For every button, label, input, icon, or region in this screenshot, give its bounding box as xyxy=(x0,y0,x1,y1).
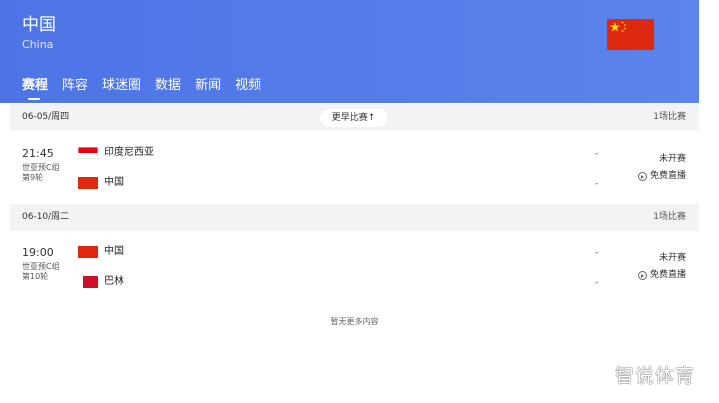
china-flag-icon xyxy=(78,177,98,189)
tab-video[interactable]: 视频 xyxy=(235,77,261,101)
away-team-name: 巴林 xyxy=(104,276,124,287)
watermark: 智说体育 xyxy=(615,365,696,387)
team-name-en: China xyxy=(22,38,54,51)
free-live-link[interactable]: 免费直播 xyxy=(637,270,686,281)
tab-bar: 赛程 阵容 球迷圈 数据 新闻 视频 xyxy=(22,77,275,101)
tab-news[interactable]: 新闻 xyxy=(195,77,221,101)
free-live-link[interactable]: 免费直播 xyxy=(637,171,686,182)
play-icon xyxy=(637,172,647,181)
home-team-name: 印度尼西亚 xyxy=(104,147,154,158)
away-team: 中国 xyxy=(78,176,124,190)
home-team-name: 中国 xyxy=(104,246,124,257)
home-team: 中国 xyxy=(78,245,124,259)
match-round: 第9轮 xyxy=(22,173,44,182)
tab-data[interactable]: 数据 xyxy=(155,77,181,101)
no-more-content: 暂无更多内容 xyxy=(330,317,379,326)
free-live-label: 免费直播 xyxy=(649,270,686,280)
date-bar: 06-10/周二 1场比赛 xyxy=(10,204,699,231)
china-flag-icon xyxy=(78,246,98,258)
page: 中国 China 赛程 阵容 球迷圈 数据 新闻 视频 06-05/周四 更早比… xyxy=(0,0,719,403)
play-icon xyxy=(637,271,647,280)
tab-squad[interactable]: 阵容 xyxy=(62,77,88,101)
away-score: - xyxy=(595,278,599,288)
home-score: - xyxy=(595,149,599,159)
match-row[interactable]: 19:00 世亚预C组 第10轮 中国 巴林 - - 未开赛 免费直播 xyxy=(10,231,699,303)
free-live-label: 免费直播 xyxy=(649,171,686,181)
date-label: 06-10/周二 xyxy=(22,212,70,222)
match-time: 19:00 xyxy=(22,246,54,259)
home-team: 印度尼西亚 xyxy=(78,146,154,160)
date-label: 06-05/周四 xyxy=(22,112,70,122)
tab-fan-circle[interactable]: 球迷圈 xyxy=(102,77,141,101)
home-score: - xyxy=(595,248,599,258)
away-team: 巴林 xyxy=(78,275,124,289)
match-time: 21:45 xyxy=(22,147,54,160)
indonesia-flag-icon xyxy=(78,147,98,159)
team-header: 中国 China 赛程 阵容 球迷圈 数据 新闻 视频 xyxy=(0,0,699,103)
match-status: 未开赛 xyxy=(658,253,686,263)
date-bar: 06-05/周四 更早比赛↑ 1场比赛 xyxy=(10,104,699,131)
team-name: 中国 xyxy=(22,15,56,35)
bahrain-flag-icon xyxy=(78,276,98,288)
match-round: 第10轮 xyxy=(22,272,49,281)
match-count: 1场比赛 xyxy=(653,112,686,122)
match-league: 世亚预C组 xyxy=(22,262,60,271)
china-flag-icon xyxy=(607,19,654,50)
away-score: - xyxy=(595,179,599,189)
match-row[interactable]: 21:45 世亚预C组 第9轮 印度尼西亚 中国 - - 未开赛 免费直播 xyxy=(10,132,699,204)
match-status: 未开赛 xyxy=(658,154,686,164)
match-league: 世亚预C组 xyxy=(22,163,60,172)
match-count: 1场比赛 xyxy=(653,212,686,222)
tab-schedule[interactable]: 赛程 xyxy=(22,77,48,101)
away-team-name: 中国 xyxy=(104,177,124,188)
earlier-matches-button[interactable]: 更早比赛↑ xyxy=(320,109,387,127)
